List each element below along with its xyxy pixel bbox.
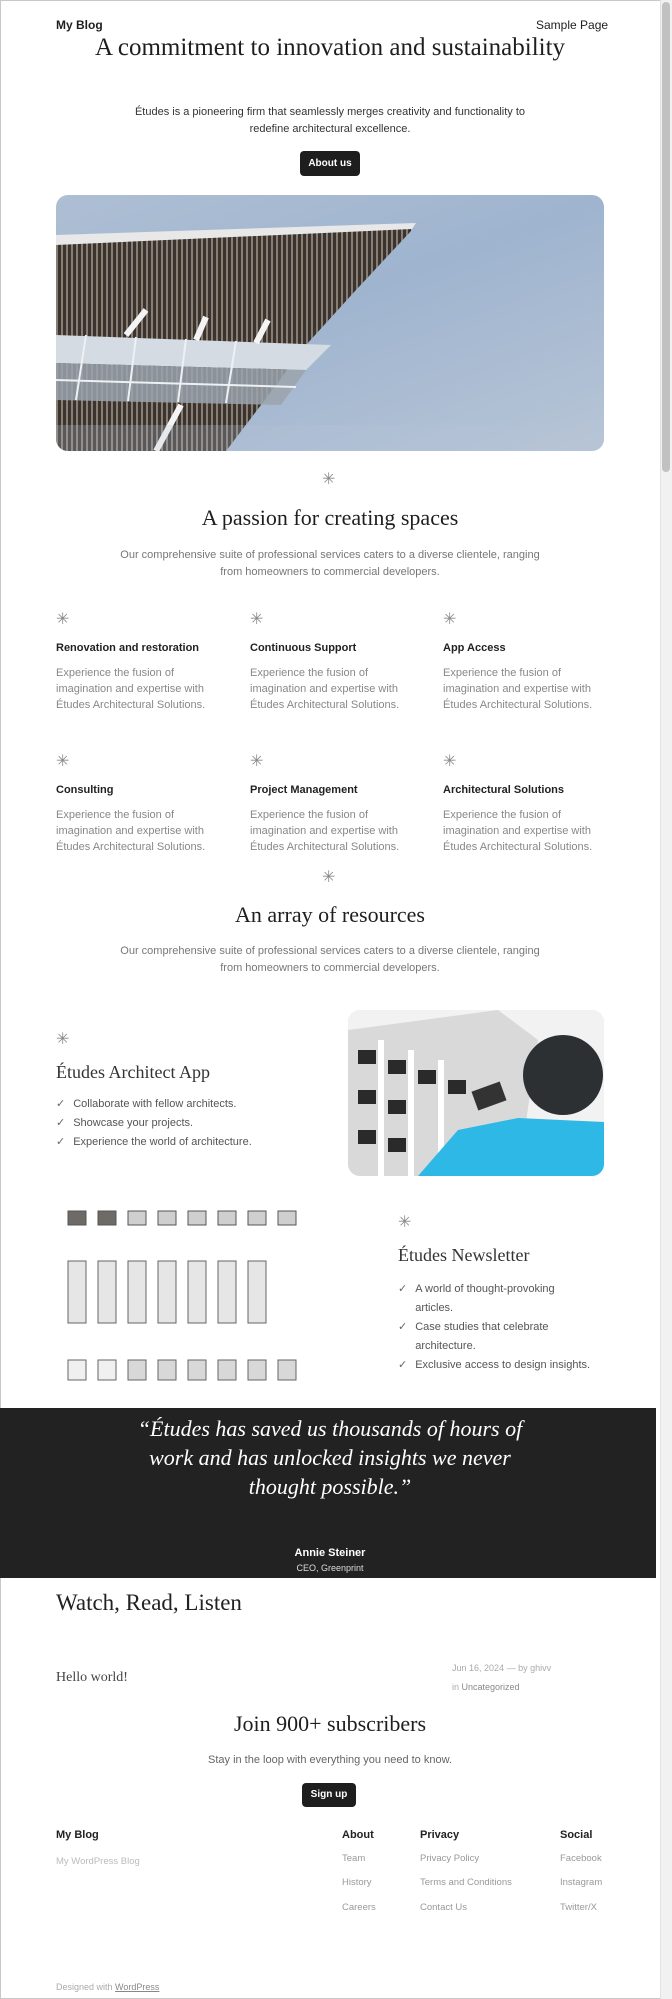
footer-column-heading: Privacy <box>420 1829 460 1841</box>
site-title[interactable]: My Blog <box>56 18 103 32</box>
check-icon: ✓ <box>398 1321 408 1333</box>
post-by: — by <box>506 1663 528 1673</box>
footer-tagline: My WordPress Blog <box>56 1856 140 1867</box>
subscribe-text: Stay in the loop with everything you nee… <box>208 1754 452 1766</box>
footer-link-facebook[interactable]: Facebook <box>560 1853 602 1864</box>
feature-description: Experience the fusion of imagination and… <box>443 809 593 853</box>
footer-link-twitter[interactable]: Twitter/X <box>560 1902 597 1913</box>
list-item: ✓ Showcase your projects. <box>56 1117 194 1129</box>
footer-column-about: About Team History Careers <box>342 1829 376 1913</box>
sign-up-button[interactable]: Sign up <box>302 1783 356 1807</box>
newsletter-heading: Études Newsletter <box>398 1245 530 1265</box>
feature-title: Project Management <box>250 784 358 796</box>
asterisk-icon: ✳ <box>250 611 264 628</box>
asterisk-icon: ✳ <box>398 1214 412 1231</box>
feature-title: Architectural Solutions <box>443 784 565 796</box>
feature-description: Experience the fusion of imagination and… <box>443 667 593 711</box>
footer-column-heading: About <box>342 1829 374 1841</box>
footer-link-privacy-policy[interactable]: Privacy Policy <box>420 1853 479 1864</box>
check-icon: ✓ <box>398 1359 408 1371</box>
app-photo <box>348 1010 604 1176</box>
feature-title: Consulting <box>56 784 114 796</box>
feature-title: App Access <box>443 642 506 654</box>
app-feature-list: ✓ Collaborate with fellow architects. ✓ Sh… <box>56 1095 252 1152</box>
about-us-button[interactable]: About us <box>300 151 360 176</box>
list-item: ✓ Case studies that celebrate architectur… <box>398 1318 608 1356</box>
newsletter-feature-list: ✓ A world of thought-provoking articles. … <box>398 1280 608 1375</box>
footer-link-careers[interactable]: Careers <box>342 1902 376 1913</box>
footer-link-history[interactable]: History <box>342 1877 372 1888</box>
feature-title: Renovation and restoration <box>56 642 200 654</box>
feature-description: Experience the fusion of imagination and… <box>56 809 206 853</box>
footer-credit: Designed with WordPress <box>56 1982 160 1992</box>
list-item: ✓ A world of thought-provoking articles. <box>398 1280 608 1318</box>
post-title-link[interactable]: Hello world! <box>56 1670 128 1686</box>
hero-text: Études is a pioneering firm that seamles… <box>134 106 526 135</box>
hero-heading: A commitment to innovation and sustainab… <box>94 34 566 61</box>
check-icon: ✓ <box>56 1117 66 1129</box>
testimonial-role: CEO, Greenprint <box>296 1563 364 1573</box>
subscribe-heading: Join 900+ subscribers <box>233 1711 427 1736</box>
feature-description: Experience the fusion of imagination and… <box>250 809 400 853</box>
asterisk-icon: ✳ <box>443 753 457 770</box>
resources-text: Our comprehensive suite of professional … <box>120 945 540 974</box>
hero-building-image <box>56 195 604 451</box>
services-text: Our comprehensive suite of professional … <box>120 549 540 578</box>
post-meta: Jun 16, 2024 — by ghivv <box>452 1663 551 1673</box>
app-heading: Études Architect App <box>56 1062 210 1082</box>
wordpress-link[interactable]: WordPress <box>115 1982 159 1992</box>
scrollbar-thumb[interactable] <box>662 2 670 472</box>
post-category-link[interactable]: Uncategorized <box>462 1682 520 1692</box>
asterisk-icon: ✳ <box>250 753 264 770</box>
check-icon: ✓ <box>56 1098 66 1110</box>
footer-link-contact[interactable]: Contact Us <box>420 1902 467 1913</box>
footer-link-instagram[interactable]: Instagram <box>560 1877 602 1888</box>
asterisk-icon: ✳ <box>443 611 457 628</box>
posts-heading: Watch, Read, Listen <box>56 1590 242 1615</box>
testimonial-name: Annie Steiner <box>294 1547 366 1559</box>
footer-column-social: Social Facebook Instagram Twitter/X <box>560 1829 602 1913</box>
feature-description: Experience the fusion of imagination and… <box>56 667 206 711</box>
asterisk-icon: ✳ <box>322 869 336 886</box>
feature-description: Experience the fusion of imagination and… <box>250 667 400 711</box>
asterisk-icon: ✳ <box>56 1031 70 1048</box>
footer-link-terms[interactable]: Terms and Conditions <box>420 1877 512 1888</box>
footer-column-heading: Social <box>560 1829 593 1841</box>
list-item: ✓ Experience the world of architecture. <box>56 1136 252 1148</box>
services-heading: A passion for creating spaces <box>201 505 459 530</box>
post-category: in Uncategorized <box>452 1682 520 1692</box>
footer-site-title[interactable]: My Blog <box>56 1829 99 1841</box>
testimonial-quote: “Études has saved us thousands of hours … <box>137 1416 523 1499</box>
resources-heading: An array of resources <box>235 902 425 927</box>
footer-link-team[interactable]: Team <box>342 1853 365 1864</box>
check-icon: ✓ <box>56 1136 66 1148</box>
blueprint-illustration <box>60 1205 310 1385</box>
check-icon: ✓ <box>398 1283 408 1295</box>
post-author-link[interactable]: ghivv <box>530 1663 551 1673</box>
list-item: ✓ Exclusive access to design insights. <box>398 1356 608 1375</box>
feature-title: Continuous Support <box>250 642 357 654</box>
scrollbar[interactable] <box>660 0 672 1999</box>
asterisk-icon: ✳ <box>56 753 70 770</box>
footer-column-privacy: Privacy Privacy Policy Terms and Conditi… <box>420 1829 512 1913</box>
asterisk-icon: ✳ <box>322 471 336 488</box>
post-date: Jun 16, 2024 <box>452 1663 505 1673</box>
list-item: ✓ Collaborate with fellow architects. <box>56 1098 237 1110</box>
nav-sample-page[interactable]: Sample Page <box>536 18 608 32</box>
asterisk-icon: ✳ <box>56 611 70 628</box>
